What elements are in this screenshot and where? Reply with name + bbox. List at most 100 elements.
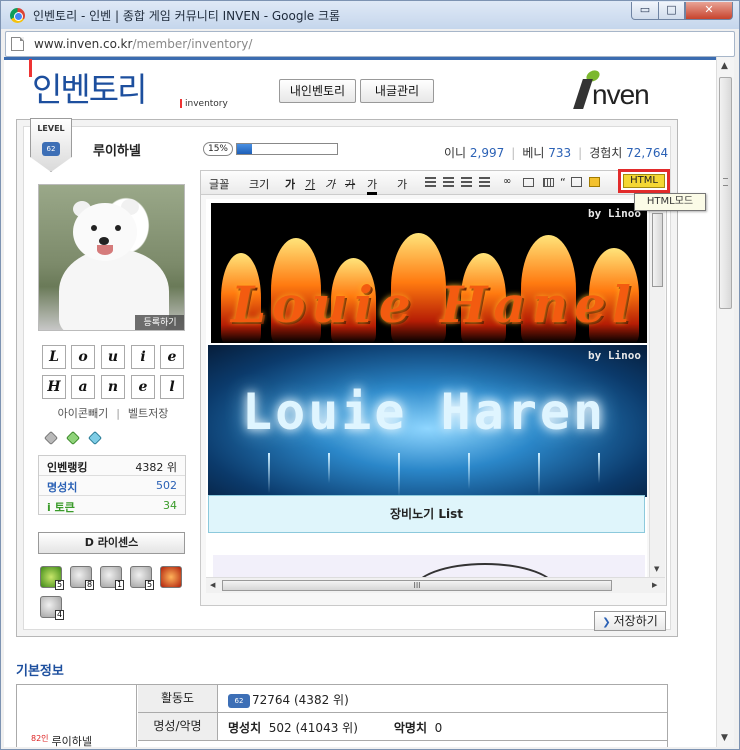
html-mode-button[interactable]: HTML xyxy=(618,169,670,193)
page-scroll-thumb[interactable] xyxy=(719,77,732,309)
icicle xyxy=(598,453,600,483)
align-left-icon[interactable] xyxy=(425,177,436,187)
strike-button[interactable]: 가 xyxy=(345,176,355,192)
rank-box: 인벤랭킹 4382 위 명성치 502 i 토큰 34 xyxy=(38,455,186,515)
name-tag: 82인 xyxy=(31,734,49,743)
token-label: i 토큰 xyxy=(47,501,75,514)
fame-infamy-row: 명성/악명 명성치 502 (41043 위) 악명치 0 xyxy=(138,713,668,741)
maximize-button[interactable]: □ xyxy=(658,2,685,20)
letter-icon[interactable]: u xyxy=(101,345,125,369)
editor-vertical-scrollbar[interactable]: ▲ ▼ xyxy=(649,199,665,577)
editor-toolbar: 글꼴 크기 가 가 가 가 가 가 ∞ “ xyxy=(201,171,666,195)
letter-icon[interactable]: n xyxy=(101,375,125,399)
letter-icon[interactable]: a xyxy=(71,375,95,399)
infamy-name: 악명치 xyxy=(393,721,428,735)
html-mode-tooltip: HTML모드 xyxy=(634,193,706,211)
align-justify-icon[interactable] xyxy=(479,177,490,187)
progress-track xyxy=(236,143,338,155)
ice-banner: Louie Haren by Linoo xyxy=(208,345,647,497)
stat-ini-value: 2,997 xyxy=(469,146,505,160)
link-icon[interactable]: ∞ xyxy=(503,176,511,187)
badge-icon[interactable]: 4 xyxy=(40,596,64,620)
close-button[interactable]: ✕ xyxy=(685,2,733,20)
letter-icon[interactable]: o xyxy=(71,345,95,369)
size-select[interactable]: 크기 xyxy=(249,176,269,192)
fire-badge-icon[interactable] xyxy=(160,566,182,588)
activity-level-icon: 62 xyxy=(228,693,250,708)
save-belt-link[interactable]: 벨트저장 xyxy=(128,407,168,420)
fame-amount: 502 (41043 위) xyxy=(268,721,358,735)
progress-label: 15% xyxy=(203,142,233,156)
equipment-list-heading: 장비노기 List xyxy=(208,495,645,533)
letter-icon[interactable]: L xyxy=(42,345,66,369)
table-icon[interactable] xyxy=(543,178,554,187)
editor-content[interactable]: Louie Hanel by Linoo Louie Haren by Lino… xyxy=(206,199,647,577)
bg-color-button[interactable]: 가 xyxy=(397,176,407,192)
bold-button[interactable]: 가 xyxy=(285,176,295,192)
remove-icon-link[interactable]: 아이콘빼기 xyxy=(58,407,109,420)
fame-name: 명성치 xyxy=(228,721,262,735)
letter-icon[interactable]: e xyxy=(160,345,184,369)
title-bar[interactable]: 인벤토리 - 인벤 | 종합 게임 커뮤니티 INVEN - Google 크롬… xyxy=(1,1,739,29)
bear-eye xyxy=(115,225,121,231)
fame-value: 502 xyxy=(156,479,177,492)
page-scroll-up-icon[interactable]: ▲ xyxy=(721,61,728,71)
save-draft-icon[interactable] xyxy=(571,177,582,187)
editor-horizontal-scrollbar[interactable]: ◀ III ▶ xyxy=(206,577,665,593)
minimize-button[interactable]: ▭ xyxy=(631,2,659,20)
align-center-icon[interactable] xyxy=(443,177,454,187)
rank-row: 인벤랭킹 4382 위 xyxy=(39,456,185,476)
page-scroll-down-icon[interactable]: ▼ xyxy=(721,733,728,743)
level-label: LEVEL xyxy=(37,124,65,133)
register-avatar-button[interactable]: 등록하기 xyxy=(135,315,184,330)
scroll-left-icon[interactable]: ◀ xyxy=(210,581,215,589)
font-color-button[interactable]: 가 xyxy=(367,176,378,195)
address-bar[interactable]: www.inven.co.kr/member/inventory/ xyxy=(5,31,735,57)
badge-count: 5 xyxy=(145,580,154,590)
image-icon[interactable] xyxy=(523,178,534,187)
icicle xyxy=(328,453,330,483)
page-vertical-scrollbar[interactable]: ▲ ▼ xyxy=(716,57,734,747)
infamy-amount: 0 xyxy=(434,721,443,735)
editor-hscroll-thumb[interactable]: III xyxy=(222,580,612,591)
emoticon-icon[interactable] xyxy=(589,177,600,187)
url-host: www.inven.co.kr xyxy=(34,37,133,51)
username: 루이하넬 xyxy=(93,144,141,159)
align-right-icon[interactable] xyxy=(461,177,472,187)
scroll-down-icon[interactable]: ▼ xyxy=(654,565,659,573)
stat-ini-label: 이니 xyxy=(444,146,467,160)
inven-logo[interactable]: nven xyxy=(573,67,674,117)
scroll-right-icon[interactable]: ▶ xyxy=(652,581,657,589)
editor-vscroll-thumb[interactable] xyxy=(652,213,663,287)
fame-infamy-label: 명성/악명 xyxy=(138,713,218,740)
avatar[interactable]: 등록하기 xyxy=(38,184,185,331)
font-select[interactable]: 글꼴 xyxy=(209,176,229,192)
fame-infamy-value: 명성치 502 (41043 위) 악명치 0 xyxy=(228,719,442,736)
badge-icon[interactable]: 5 xyxy=(130,566,154,590)
letter-icon[interactable]: H xyxy=(42,375,66,399)
basic-info-title: 기본정보 xyxy=(16,664,64,679)
badge-icon[interactable]: 5 xyxy=(40,566,64,590)
stat-exp-value: 72,764 xyxy=(626,146,669,160)
letter-icon[interactable]: l xyxy=(160,375,184,399)
italic-button[interactable]: 가 xyxy=(325,176,335,192)
save-button[interactable]: ❯ 저장하기 xyxy=(594,611,666,631)
badge-icon[interactable]: 1 xyxy=(100,566,124,590)
letter-icon[interactable]: e xyxy=(131,375,155,399)
bear-mouth xyxy=(97,245,113,255)
icicle xyxy=(268,453,270,493)
inventory-logo[interactable]: 인벤토리 xyxy=(32,63,147,111)
letter-icon[interactable]: i xyxy=(131,345,155,369)
url-text[interactable]: www.inven.co.kr/member/inventory/ xyxy=(34,37,252,51)
badge-count: 4 xyxy=(55,610,64,620)
my-posts-button[interactable]: 내글관리 xyxy=(360,79,434,103)
underline-button[interactable]: 가 xyxy=(305,176,315,192)
badge-icon[interactable]: 8 xyxy=(70,566,94,590)
chevron-right-icon: ❯ xyxy=(602,617,611,628)
bear-eye xyxy=(91,225,97,231)
license-button[interactable]: D 라이센스 xyxy=(38,532,185,554)
my-inventory-button[interactable]: 내인벤토리 xyxy=(279,79,356,103)
badge-count: 5 xyxy=(55,580,64,590)
token-row: i 토큰 34 xyxy=(39,496,185,516)
quote-button[interactable]: “ xyxy=(560,176,566,189)
